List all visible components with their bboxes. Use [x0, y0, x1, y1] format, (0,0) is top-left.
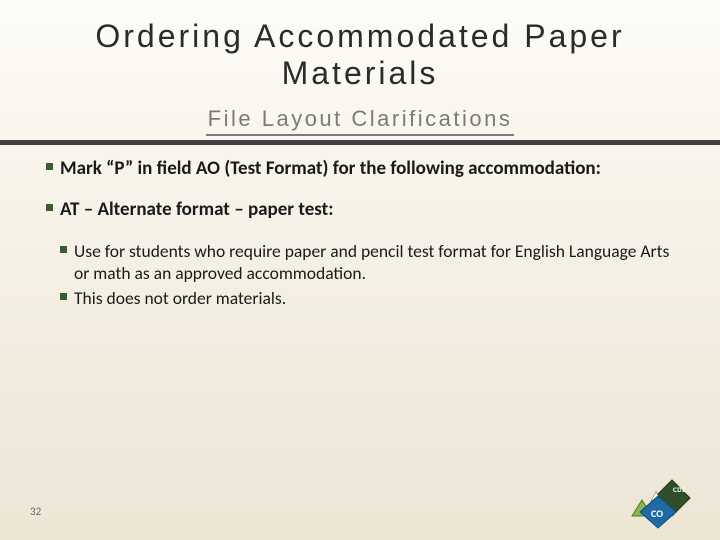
content-area: Mark “P” in field AO (Test Format) for t…: [0, 145, 720, 310]
page-subtitle: File Layout Clarifications: [206, 106, 515, 136]
logo-text-bottom: CO: [651, 507, 663, 520]
cde-logo: CDE CO: [628, 478, 692, 530]
logo-text-top: CDE: [673, 485, 686, 494]
bullet-level1: AT – Alternate format – paper test:: [46, 198, 686, 222]
bullet-level2: This does not order materials.: [60, 287, 686, 309]
page-number: 32: [30, 505, 41, 518]
bullet-level1: Mark “P” in field AO (Test Format) for t…: [46, 157, 686, 181]
page-title: Ordering Accommodated Paper Materials: [20, 18, 700, 92]
bullet-level2-group: Use for students who require paper and p…: [46, 240, 686, 309]
title-block: Ordering Accommodated Paper Materials: [0, 0, 720, 98]
subtitle-wrap: File Layout Clarifications: [0, 106, 720, 136]
bullet-level2: Use for students who require paper and p…: [60, 240, 686, 285]
